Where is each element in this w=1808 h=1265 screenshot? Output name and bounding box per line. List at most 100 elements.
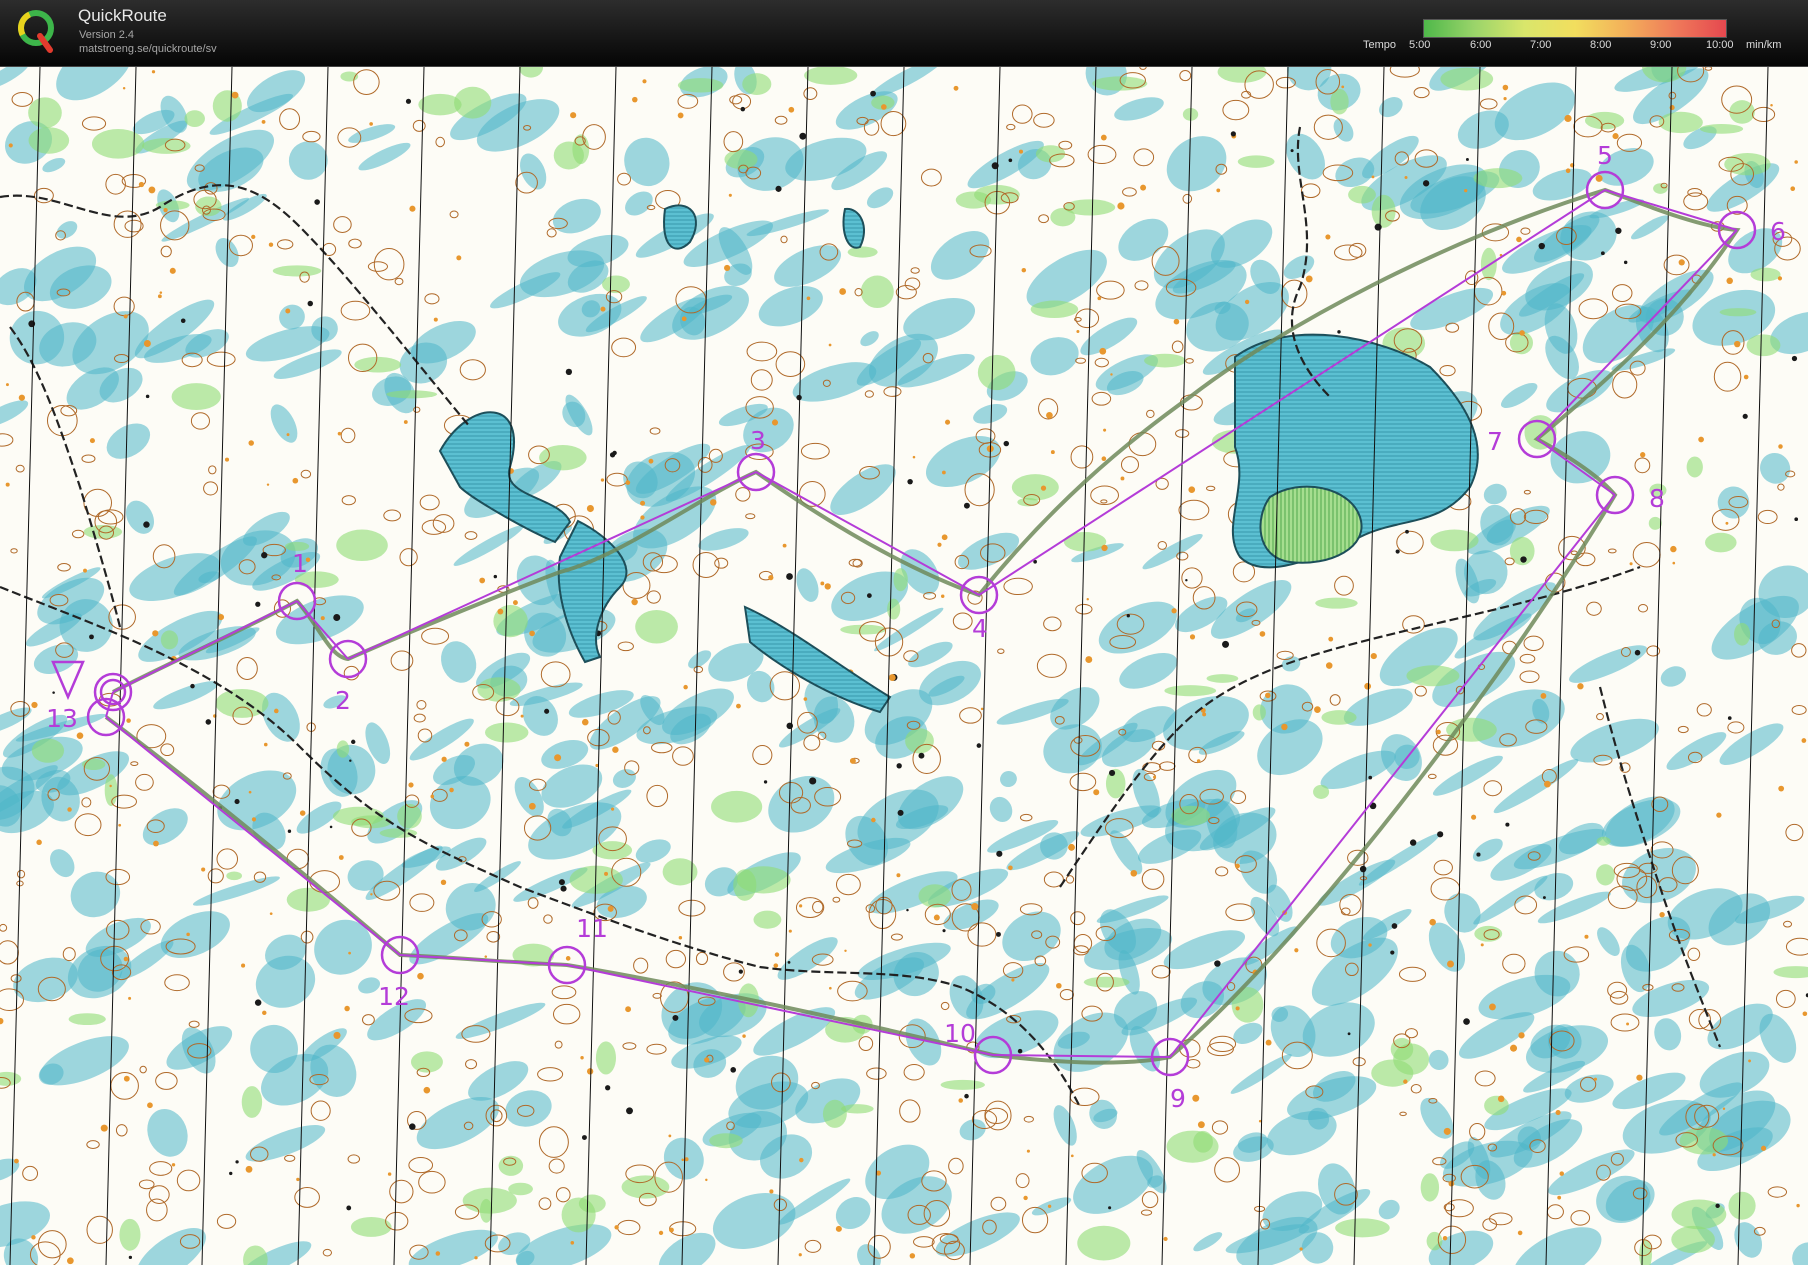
contour-line [302,130,321,143]
contour-line [1713,361,1742,392]
boulder-dot [1364,682,1372,690]
contour-line [1006,123,1016,131]
vegetation-patch [1679,1127,1729,1155]
boulder-dot [738,969,743,974]
terrain-blob [1378,1199,1400,1220]
boulder-dot [1672,561,1676,565]
contour-line [424,293,440,305]
boulder-dot [1623,260,1628,265]
boulder-dot [683,684,688,690]
contour-line [864,390,874,398]
contour-line [86,1215,113,1244]
map-canvas[interactable]: 12345678910111213 [0,67,1808,1265]
boulder-dot [1409,839,1417,846]
boulder-dot [1520,556,1527,563]
contour-line [835,873,861,896]
boulder-dot [1101,544,1108,552]
boulder-dot [152,630,159,637]
terrain-blob [147,1109,188,1157]
vegetation-patch [1335,1218,1390,1238]
boulder-dot [1265,1039,1272,1046]
contour-line [1222,99,1250,121]
boulder-dot [658,1230,664,1236]
contour-line [1134,280,1149,291]
contour-line [1011,104,1033,124]
contour-line [1514,895,1538,915]
boulder-dot [66,1257,74,1265]
boulder-dot [1163,1236,1168,1242]
boulder-dot [89,438,95,444]
boulder-dot [1794,517,1799,522]
contour-line [540,661,571,688]
boulder-dot [1076,330,1080,334]
contour-line [803,734,821,751]
vegetation-patch [1237,155,1275,168]
contour-line [1185,358,1194,364]
contour-line [804,1239,822,1253]
contour-line [81,454,96,463]
boulder-dot [1391,923,1398,929]
contour-line [1058,140,1073,150]
contour-line [310,1100,331,1121]
contour-line [633,957,649,974]
tempo-legend-label: Tempo [1363,39,1397,51]
control-number-label: 6 [1770,217,1786,246]
contour-line [130,761,139,766]
contour-line [1427,773,1437,780]
contour-line [1444,1199,1474,1218]
contour-line [1785,823,1804,842]
contour-line [1070,445,1094,469]
boulder-dot [1189,634,1196,640]
contour-line [746,341,778,362]
contour-line [1122,187,1137,197]
boulder-dot [145,394,150,399]
boulder-dot [241,963,246,968]
boulder-dot [1712,1153,1716,1157]
contour-line [1157,540,1168,550]
vegetation-patch [1077,1225,1131,1261]
boulder-dot [89,634,94,640]
boulder-dot [1726,277,1733,285]
boulder-dot [740,106,746,112]
vegetation-patch [724,149,758,170]
contour-line [967,922,997,947]
contour-line [389,1179,414,1204]
boulder-dot [153,840,159,847]
contour-line [190,412,210,430]
terrain-blob [830,464,896,515]
contour-line [714,557,729,569]
contour-line [408,1157,434,1174]
boulder-dot [605,1085,611,1091]
contour-line [71,529,85,539]
boulder-dot [677,112,684,119]
contour-line [866,1067,887,1080]
boulder-dot [828,343,832,347]
contour-line [1146,409,1155,419]
contour-line [548,1158,565,1174]
boulder-dot [180,318,186,324]
boulder-dot [163,207,168,213]
vegetation-patch [840,624,887,635]
boulder-dot [1716,812,1722,818]
boulder-dot [1214,960,1221,967]
vegetation-patch [171,383,221,411]
contour-line [899,1099,921,1123]
boulder-dot [405,98,412,104]
contour-line [1214,1157,1241,1183]
boulder-dot [1557,1195,1562,1200]
app-url-link[interactable]: matstroeng.se/quickroute/sv [79,43,217,55]
contour-line [1073,945,1089,956]
vegetation-patch [477,677,521,702]
boulder-dot [8,143,13,148]
terrain-blob [973,403,1008,424]
vegetation-patch [1773,966,1808,979]
vegetation-patch [940,1079,985,1090]
vegetation-patch [1083,976,1130,988]
contour-line [464,531,478,540]
vegetation-patch [1348,185,1376,204]
boulder-dot [1801,738,1807,743]
contour-line [1139,67,1147,70]
contour-line [1329,694,1341,706]
contour-line [216,1213,237,1229]
orienteering-map[interactable]: 1 2 3 4 5 6 7 8 9 10 11 12 13 [0,67,1808,1265]
